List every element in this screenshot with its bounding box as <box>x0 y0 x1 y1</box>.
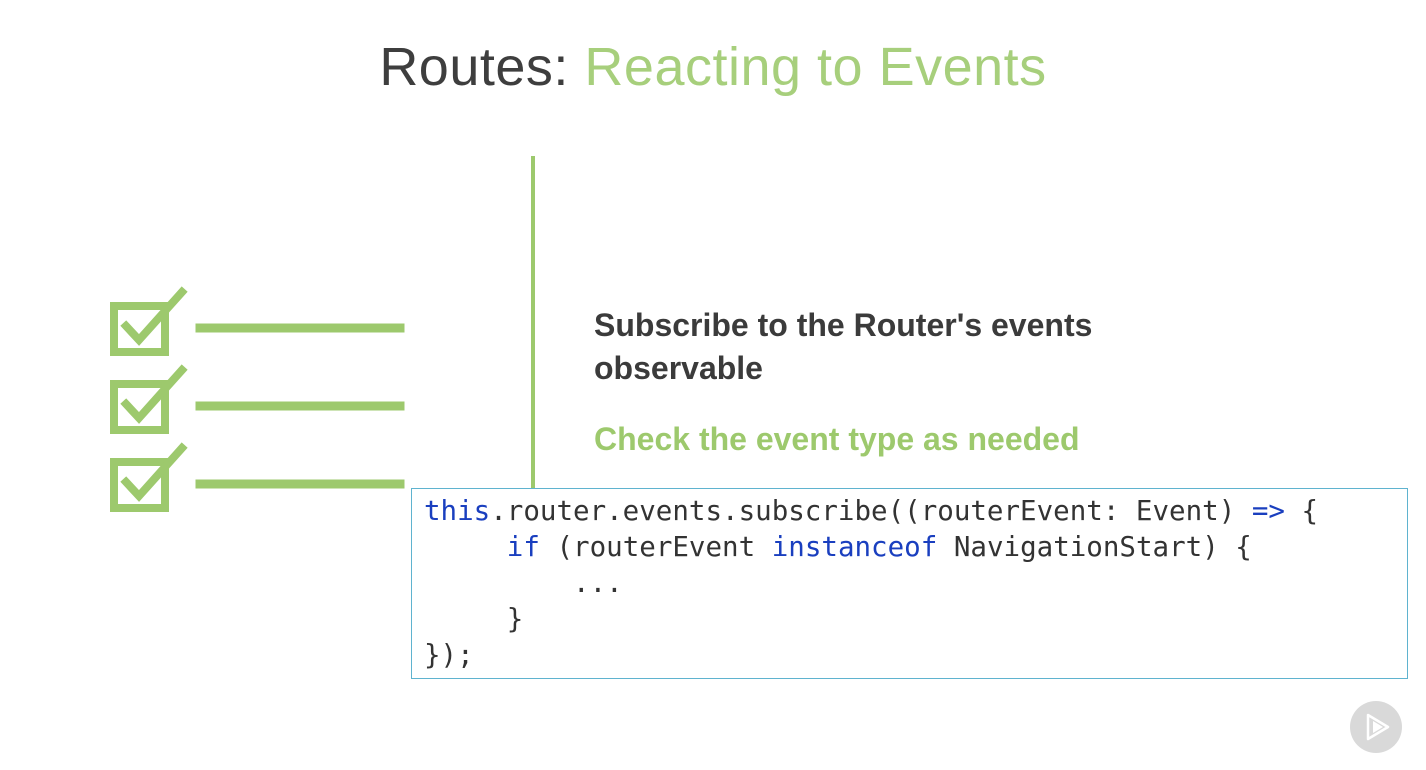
bullet-point-subscribe: Subscribe to the Router's events observa… <box>594 304 1092 390</box>
bullet-point-check-type: Check the event type as needed <box>594 418 1080 461</box>
title-accent: Reacting to Events <box>584 37 1047 97</box>
code-line: if (routerEvent instanceof NavigationSta… <box>424 529 1407 565</box>
play-button[interactable] <box>1350 701 1402 753</box>
bullet-point-line: observable <box>594 350 763 386</box>
title-prefix: Routes: <box>379 37 585 97</box>
code-text: { <box>1284 495 1319 527</box>
code-keyword: => <box>1251 495 1285 527</box>
checklist-icon <box>108 284 408 518</box>
code-text: NavigationStart) { <box>937 531 1252 563</box>
vertical-divider <box>531 156 535 488</box>
bullet-point-line: Subscribe to the Router's events <box>594 307 1093 343</box>
slide: Routes: Reacting to Events Subscribe to … <box>0 0 1426 770</box>
slide-title: Routes: Reacting to Events <box>0 36 1426 98</box>
code-keyword: if <box>506 531 540 563</box>
bullet-point-line: Check the event type as needed <box>594 421 1080 457</box>
code-snippet: this.router.events.subscribe((routerEven… <box>411 488 1408 679</box>
code-text: (routerEvent <box>539 531 772 563</box>
code-line: this.router.events.subscribe((routerEven… <box>424 493 1407 529</box>
code-keyword: this <box>424 495 491 527</box>
code-line: ... <box>424 567 623 599</box>
code-keyword: instanceof <box>771 531 938 563</box>
code-line: } <box>424 603 524 635</box>
code-text: .router.events.subscribe((routerEvent: E… <box>490 495 1252 527</box>
play-icon <box>1366 713 1390 741</box>
code-line: }); <box>424 639 474 671</box>
